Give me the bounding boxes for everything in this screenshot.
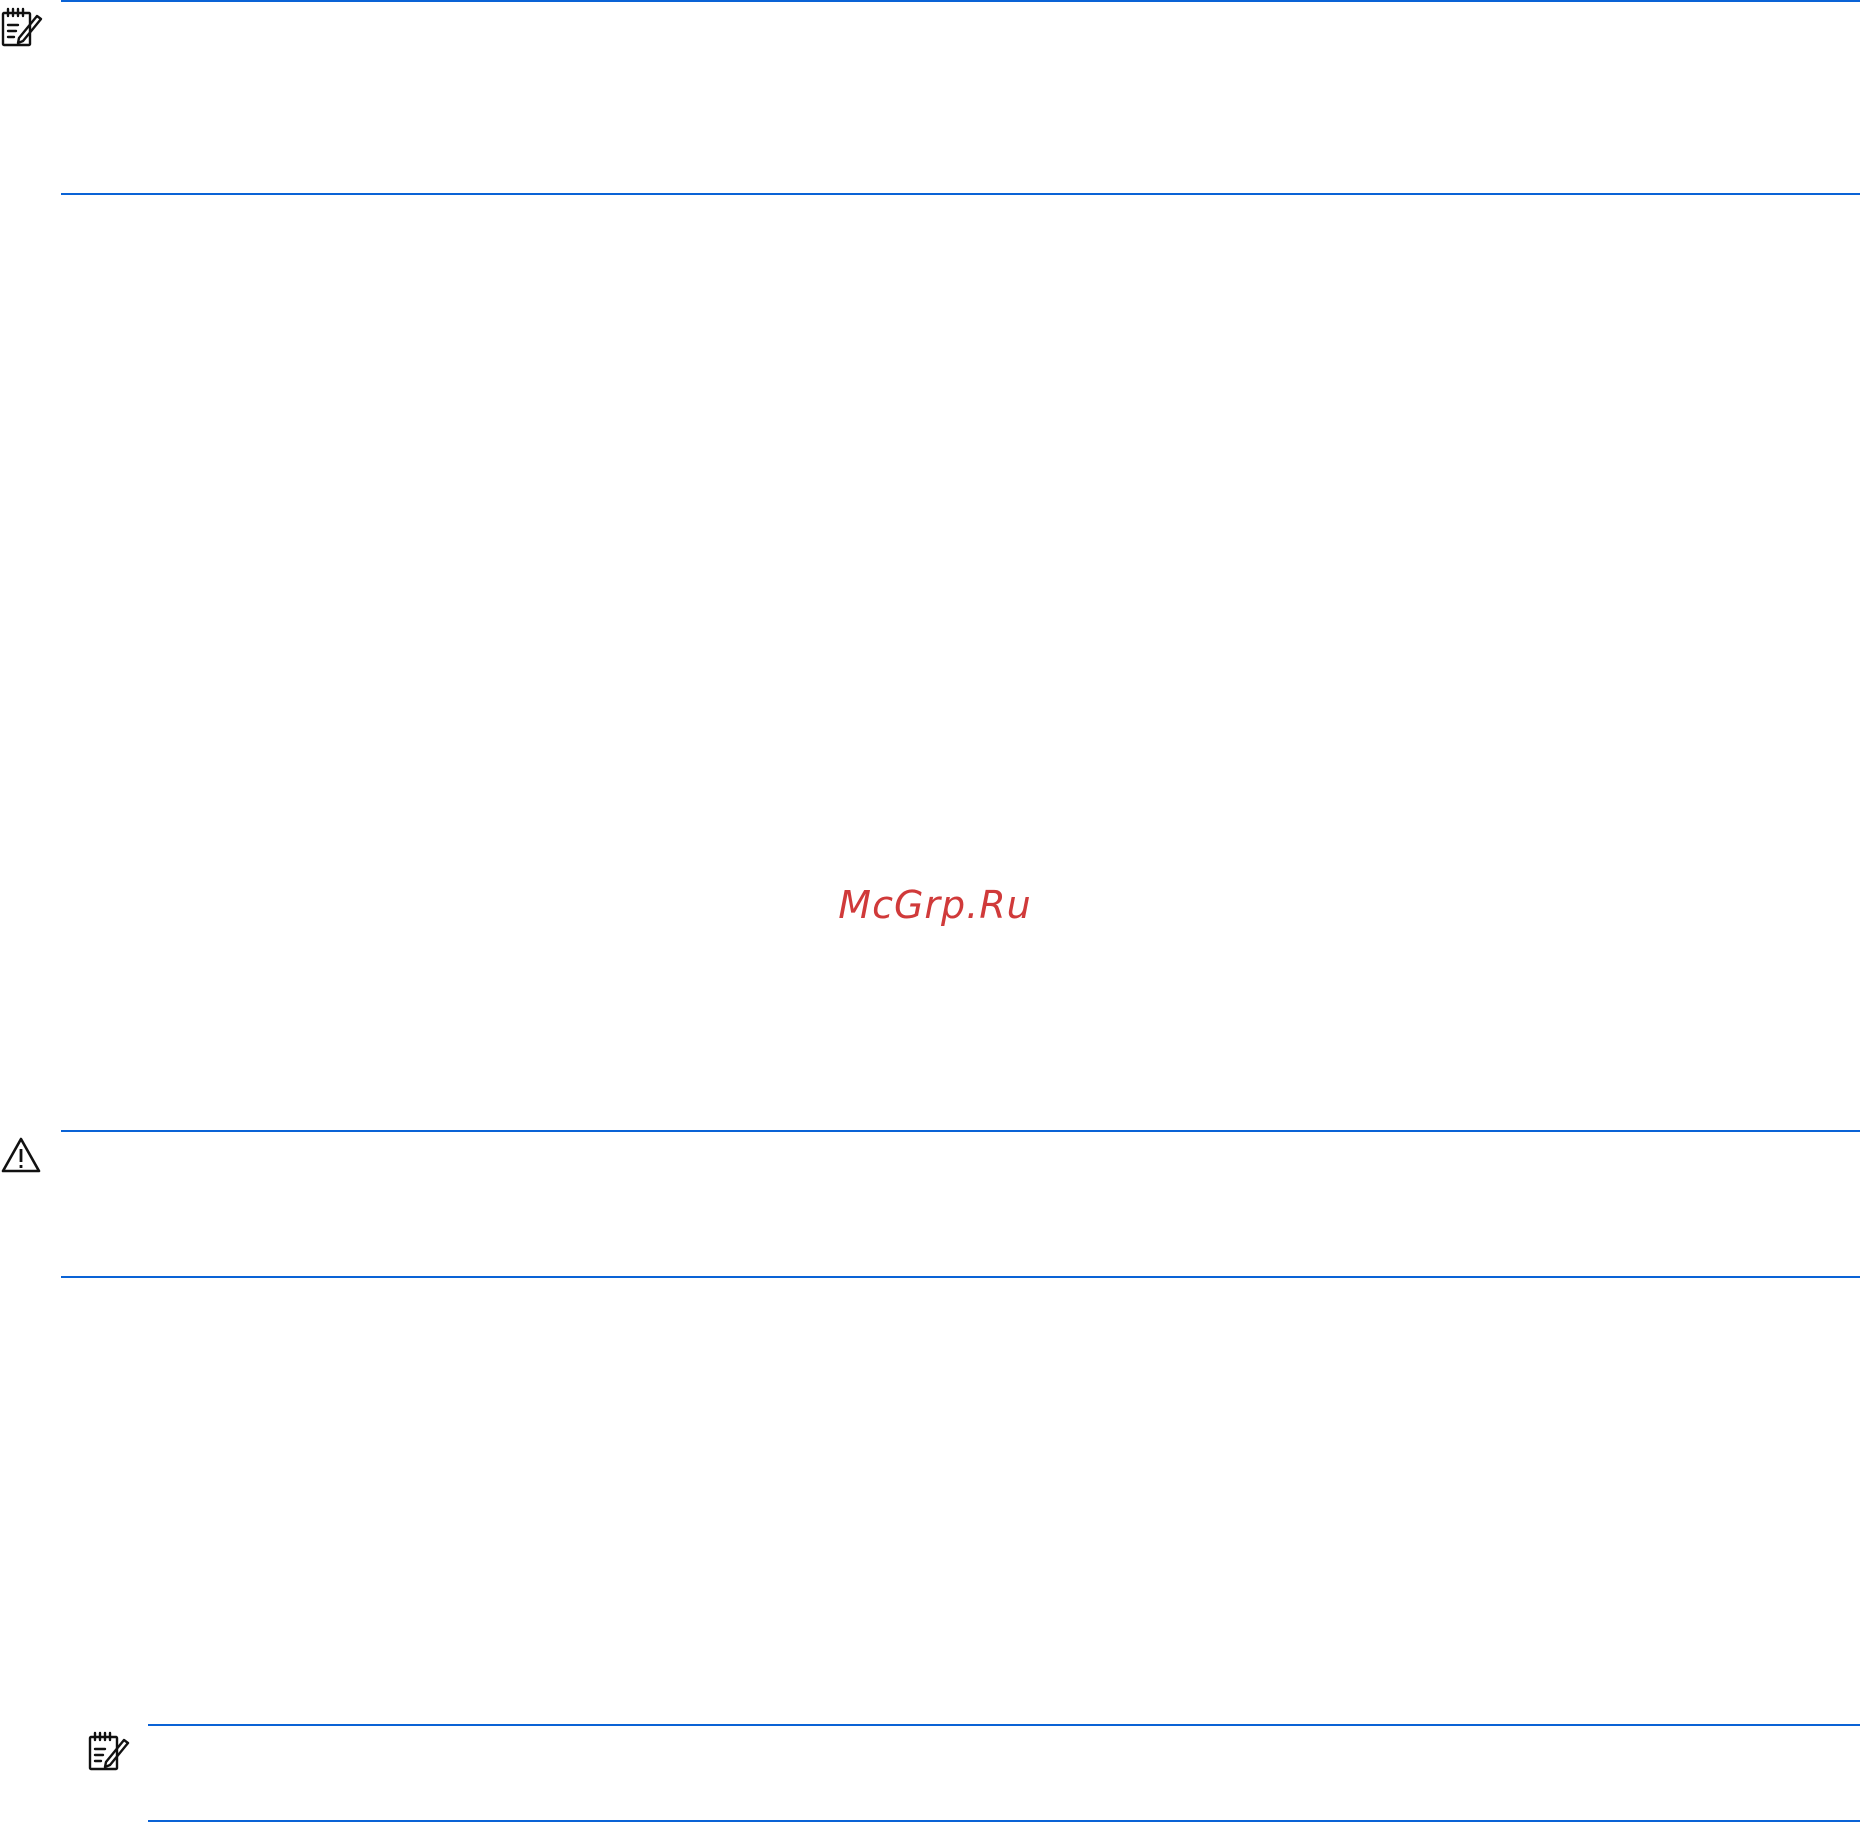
note-bottom-rule bbox=[61, 193, 1860, 195]
caution-top-rule bbox=[61, 1130, 1860, 1132]
note-top-rule bbox=[61, 0, 1860, 2]
note-icon bbox=[1, 7, 43, 47]
note-icon bbox=[88, 1731, 130, 1771]
note-top-rule bbox=[148, 1724, 1860, 1726]
watermark: McGrp.Ru bbox=[838, 883, 1032, 927]
caution-bottom-rule bbox=[61, 1276, 1860, 1278]
note-bottom-rule bbox=[148, 1820, 1860, 1822]
warning-triangle-icon bbox=[1, 1137, 41, 1173]
